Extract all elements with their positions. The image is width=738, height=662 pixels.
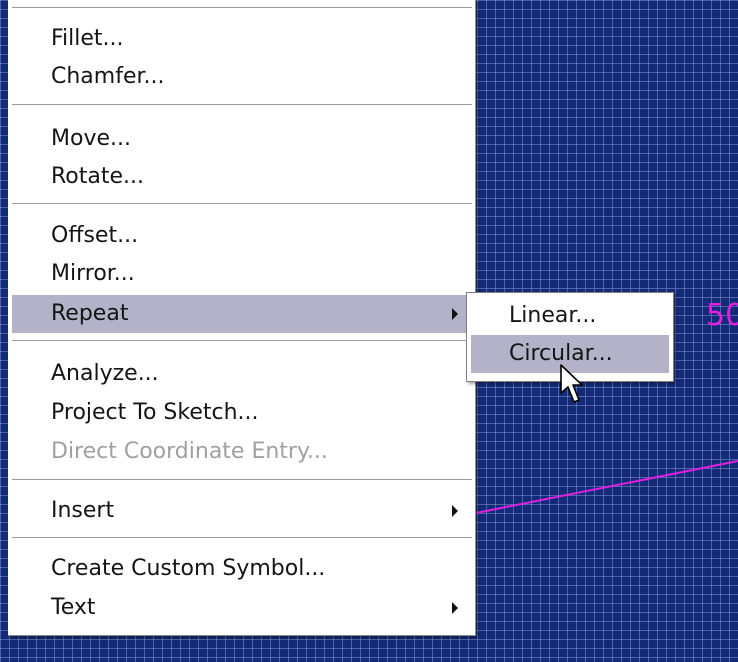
menu-item-label: Offset... <box>51 223 139 248</box>
menu-item-project-to-sketch[interactable]: Project To Sketch... <box>12 394 472 432</box>
menu-item-label: Analyze... <box>51 361 159 386</box>
menu-item-move[interactable]: Move... <box>12 120 472 158</box>
sketch-line[interactable] <box>475 460 738 514</box>
submenu-item-label: Circular... <box>509 341 613 366</box>
submenu-arrow-icon <box>452 308 458 320</box>
menu-item-label: Rotate... <box>51 164 145 189</box>
menu-item-rotate[interactable]: Rotate... <box>12 158 472 196</box>
menu-item-label: Chamfer... <box>51 64 165 89</box>
menu-item-label: Project To Sketch... <box>51 400 259 425</box>
menu-top-separator <box>12 7 472 8</box>
submenu-arrow-icon <box>452 602 458 614</box>
context-menu: Fillet... Chamfer... Move... Rotate... O… <box>8 0 476 636</box>
arrow-pointer-icon <box>560 364 583 403</box>
menu-separator <box>12 340 472 342</box>
menu-item-label: Repeat <box>51 301 129 326</box>
menu-item-offset[interactable]: Offset... <box>12 217 472 255</box>
menu-item-label: Direct Coordinate Entry... <box>51 439 328 464</box>
menu-item-create-custom-symbol[interactable]: Create Custom Symbol... <box>12 550 472 588</box>
menu-separator <box>12 203 472 205</box>
menu-item-label: Text <box>51 595 96 620</box>
menu-item-label: Mirror... <box>51 261 135 286</box>
menu-item-fillet[interactable]: Fillet... <box>12 20 472 58</box>
menu-item-analyze[interactable]: Analyze... <box>12 355 472 393</box>
submenu-item-label: Linear... <box>509 303 597 328</box>
menu-item-label: Move... <box>51 126 131 151</box>
menu-separator <box>12 104 472 106</box>
menu-item-direct-coordinate-entry: Direct Coordinate Entry... <box>12 433 472 471</box>
menu-item-label: Create Custom Symbol... <box>51 556 326 581</box>
menu-item-mirror[interactable]: Mirror... <box>12 255 472 293</box>
menu-separator <box>12 479 472 481</box>
submenu-arrow-icon <box>452 505 458 517</box>
menu-item-label: Fillet... <box>51 26 124 51</box>
menu-item-repeat[interactable]: Repeat <box>12 295 472 333</box>
submenu-item-linear[interactable]: Linear... <box>471 297 669 335</box>
dimension-label[interactable]: 50 <box>706 298 738 334</box>
menu-item-insert[interactable]: Insert <box>12 492 472 530</box>
menu-item-label: Insert <box>51 498 115 523</box>
menu-separator <box>12 537 472 539</box>
menu-item-text[interactable]: Text <box>12 589 472 627</box>
menu-item-chamfer[interactable]: Chamfer... <box>12 58 472 96</box>
